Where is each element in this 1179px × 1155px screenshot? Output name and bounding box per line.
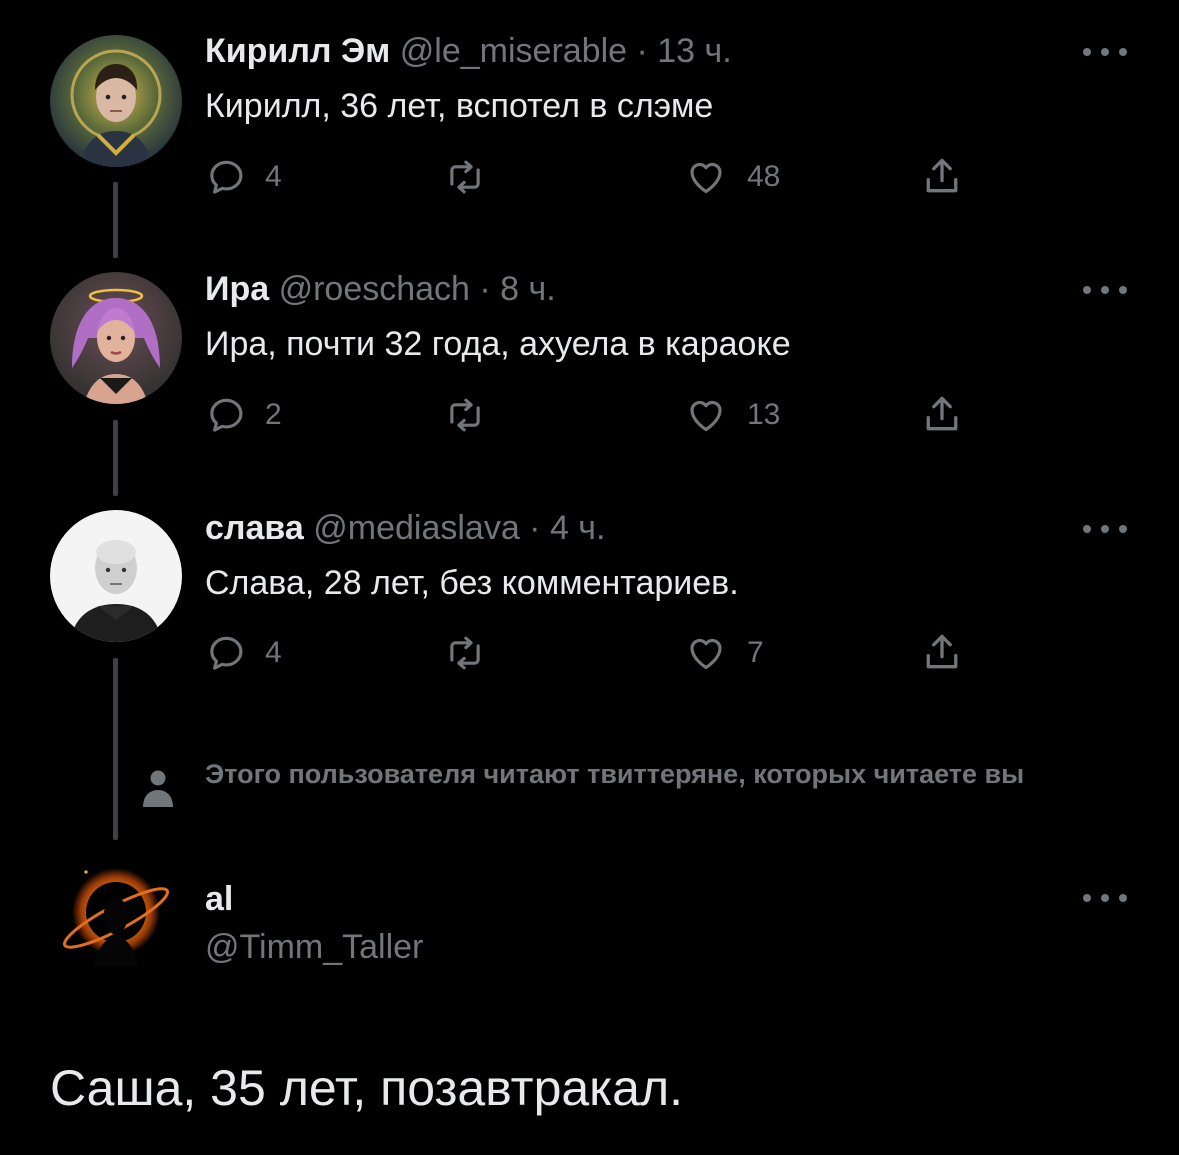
share-icon [920,392,964,436]
like-button[interactable]: 48 [683,156,780,198]
avatar[interactable] [50,272,182,404]
share-button[interactable] [920,392,964,436]
like-button[interactable]: 7 [683,632,764,674]
avatar[interactable] [50,35,182,167]
handle-time[interactable]: @mediaslava · 4 ч. [313,509,605,547]
avatar[interactable] [50,846,182,978]
thread-line [113,420,118,496]
reply-count: 2 [265,398,282,431]
like-count: 48 [747,160,781,193]
tweet-header: слава @mediaslava · 4 ч. [205,508,605,548]
reply-count: 4 [265,160,282,193]
heart-icon [683,632,729,674]
avatar[interactable] [50,510,182,642]
display-name[interactable]: al [205,880,233,919]
tweet-header: Ира @roeschach · 8 ч. [205,269,556,309]
display-name[interactable]: Ира [205,270,269,308]
person-icon [143,770,173,807]
retweet-button[interactable] [444,632,504,674]
social-context-text: Этого пользователя читают твиттеряне, ко… [205,759,1025,789]
tweet-header: Кирилл Эм @le_miserable · 13 ч. [205,31,732,71]
main-tweet-text: Саша, 35 лет, позавтракал. [50,1060,684,1116]
share-button[interactable] [920,154,964,198]
display-name[interactable]: слава [205,509,304,547]
reply-button[interactable]: 4 [205,632,282,674]
retweet-icon [444,156,486,198]
heart-icon [683,394,729,436]
retweet-icon [444,394,486,436]
retweet-icon [444,632,486,674]
reply-count: 4 [265,636,282,669]
share-icon [920,154,964,198]
thread-line [113,658,118,840]
more-icon[interactable] [1083,892,1127,904]
share-icon [920,630,964,674]
more-icon[interactable] [1083,523,1127,535]
share-button[interactable] [920,630,964,674]
reply-icon [205,394,247,436]
display-name[interactable]: Кирилл Эм [205,32,390,70]
heart-icon [683,156,729,198]
handle[interactable]: @Timm_Taller [205,928,423,967]
more-icon[interactable] [1083,46,1127,58]
tweet-text: Слава, 28 лет, без комментариев. [205,564,739,602]
reply-icon [205,632,247,674]
reply-button[interactable]: 4 [205,156,282,198]
reply-icon [205,156,247,198]
reply-button[interactable]: 2 [205,394,282,436]
like-count: 7 [747,636,764,669]
tweet-text: Ира, почти 32 года, ахуела в караоке [205,325,791,363]
retweet-button[interactable] [444,156,504,198]
retweet-button[interactable] [444,394,504,436]
thread-line [113,182,118,258]
like-button[interactable]: 13 [683,394,780,436]
handle-time[interactable]: @roeschach · 8 ч. [279,270,556,308]
handle-time[interactable]: @le_miserable · 13 ч. [400,32,732,70]
more-icon[interactable] [1083,284,1127,296]
like-count: 13 [747,398,781,431]
tweet-text: Кирилл, 36 лет, вспотел в слэме [205,87,714,125]
